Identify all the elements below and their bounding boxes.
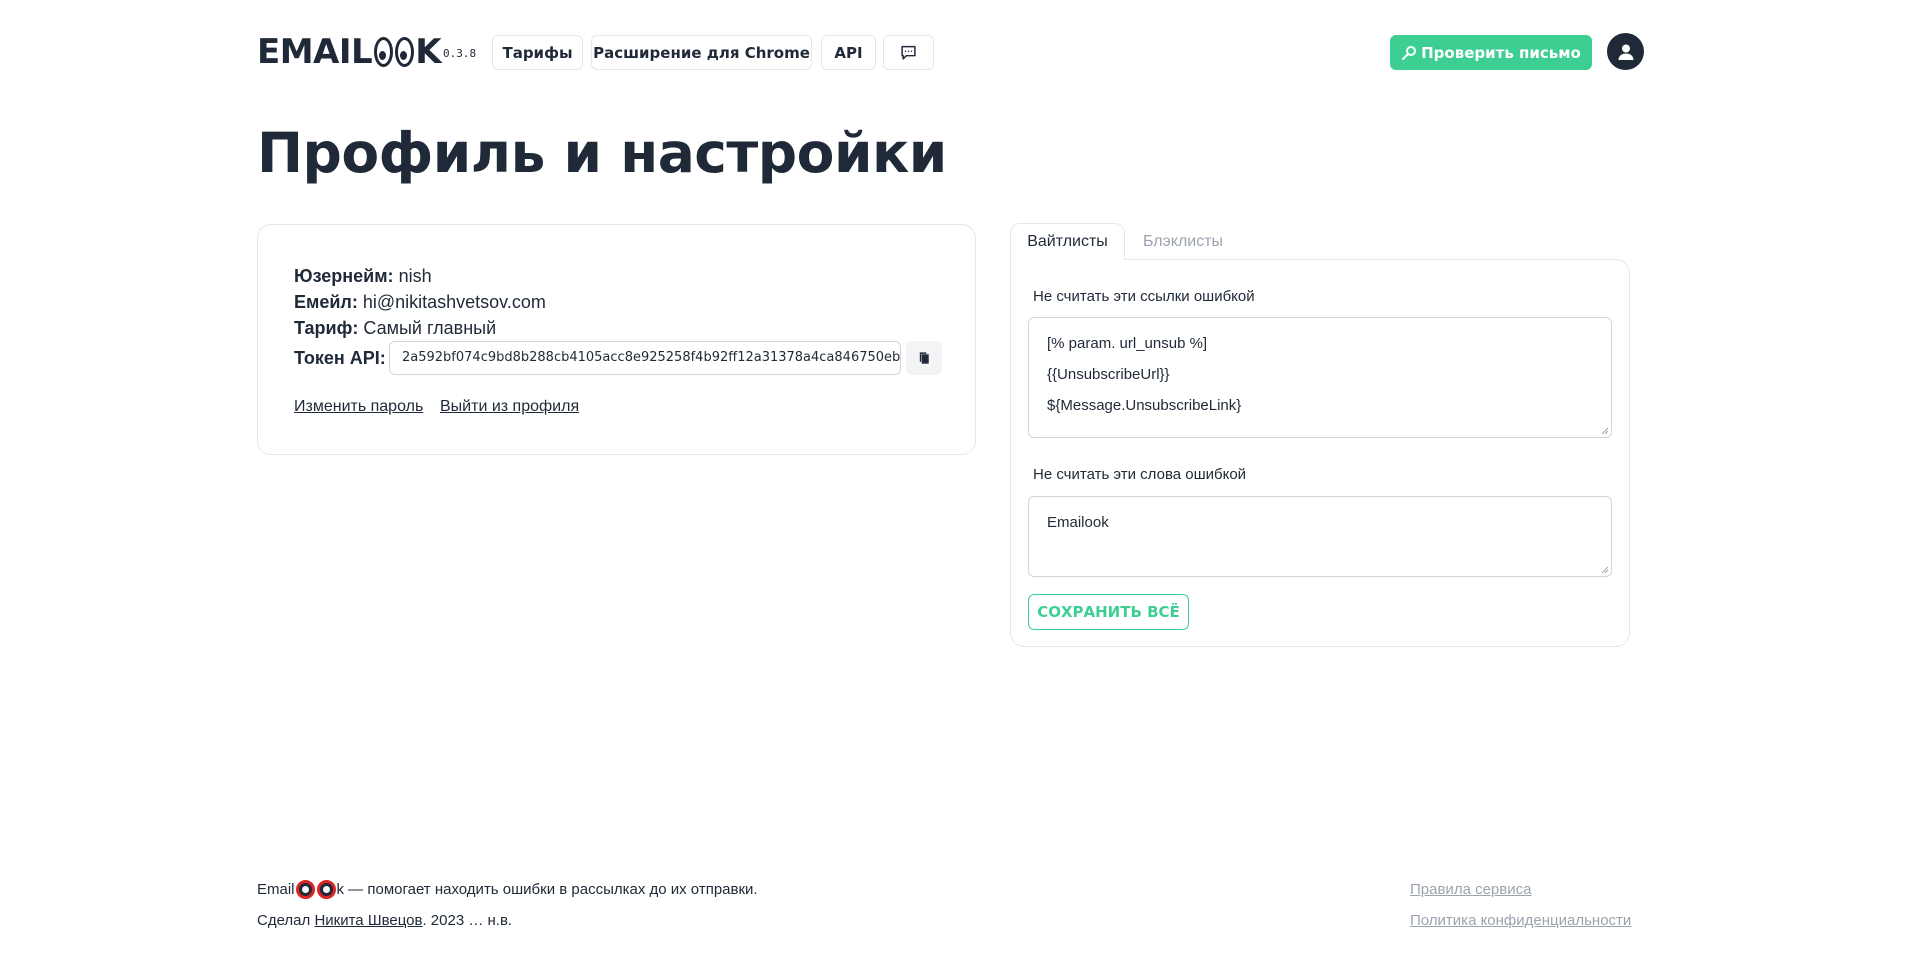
footer-tagline: Email k — помогает находить ошибки в рас…: [257, 874, 758, 905]
email-label: Емейл:: [294, 292, 358, 312]
footer-eye-icon: [295, 880, 315, 899]
footer-made-by: Сделал: [257, 911, 315, 929]
user-avatar[interactable]: [1607, 33, 1644, 70]
username-value: nish: [398, 266, 432, 286]
username-row: Юзернейм: nish: [294, 265, 432, 287]
user-avatar-icon: [1618, 44, 1633, 60]
username-label: Юзернейм:: [294, 266, 394, 286]
nav-tariffs-button[interactable]: Тарифы: [492, 35, 583, 70]
footer-credits: Сделал Никита Швецов . 2023 … н.в.: [257, 905, 758, 936]
logo[interactable]: EMAIL K: [257, 32, 442, 72]
logout-link[interactable]: Выйти из профиля: [440, 397, 579, 417]
footer-years: . 2023 … н.в.: [422, 911, 513, 929]
author-link[interactable]: Никита Швецов: [314, 911, 422, 931]
email-value: hi@nikitashvetsov.com: [362, 292, 546, 312]
resize-handle-icon[interactable]: [1601, 427, 1609, 435]
profile-card: Юзернейм: nish Емейл: hi@nikitashvetsov.…: [257, 224, 976, 455]
logo-eyes-icon: [374, 37, 415, 67]
logo-eye-left: [374, 37, 394, 67]
tab-blacklists[interactable]: Блэклисты: [1128, 223, 1238, 260]
plan-value: Самый главный: [363, 318, 497, 338]
links-line: [% param. url_unsub %]: [1047, 335, 1208, 352]
save-all-button[interactable]: СОХРАНИТЬ ВСЁ: [1028, 594, 1189, 630]
links-whitelist-textarea[interactable]: [% param. url_unsub %] {{UnsubscribeUrl}…: [1028, 317, 1612, 438]
version-label: 0.3.8: [443, 47, 477, 60]
footer-right: Правила сервиса Политика конфиденциально…: [1410, 874, 1631, 936]
footer-left: Email k — помогает находить ошибки в рас…: [257, 874, 758, 936]
whitelist-panel: Не считать эти ссылки ошибкой [% param. …: [1010, 259, 1630, 647]
token-row: Токен API:: [294, 347, 386, 369]
words-whitelist-textarea[interactable]: Emailook: [1028, 496, 1612, 577]
plan-row: Тариф: Самый главный: [294, 317, 496, 339]
logo-text-k: K: [415, 32, 442, 72]
privacy-link[interactable]: Политика конфиденциальности: [1410, 905, 1631, 936]
check-email-label: Проверить письмо: [1421, 43, 1581, 62]
chat-button[interactable]: [883, 35, 934, 70]
chat-icon: [901, 45, 916, 60]
change-password-link[interactable]: Изменить пароль: [294, 397, 423, 417]
tab-whitelists[interactable]: Вайтлисты: [1010, 223, 1125, 260]
copy-icon: [919, 351, 929, 364]
footer-brand-prefix: Email: [257, 880, 295, 898]
plan-label: Тариф:: [294, 318, 359, 338]
email-row: Емейл: hi@nikitashvetsov.com: [294, 291, 546, 313]
top-header: EMAIL K 0.3.8 Тарифы Расширение для Chro…: [257, 33, 1644, 71]
terms-link[interactable]: Правила сервиса: [1410, 874, 1631, 905]
links-line: ${Message.UnsubscribeLink}: [1047, 397, 1242, 414]
api-token-field[interactable]: 2a592bf074c9bd8b288cb4105acc8e925258f4b9…: [389, 341, 901, 375]
links-whitelist-label: Не считать эти ссылки ошибкой: [1033, 288, 1255, 305]
words-whitelist-label: Не считать эти слова ошибкой: [1033, 466, 1247, 483]
logo-text-email: EMAIL: [257, 32, 373, 72]
check-email-button[interactable]: Проверить письмо: [1390, 35, 1592, 70]
token-label: Токен API:: [294, 348, 386, 368]
words-line: Emailook: [1047, 514, 1109, 531]
logo-eye-right: [395, 37, 415, 67]
magnifier-icon: [1402, 45, 1417, 60]
nav-chrome-extension-button[interactable]: Расширение для Chrome: [591, 35, 812, 70]
nav-api-button[interactable]: API: [821, 35, 876, 70]
footer-brand-suffix: k — помогает находить ошибки в рассылках…: [336, 880, 758, 898]
copy-token-button[interactable]: [906, 341, 942, 375]
links-line: {{UnsubscribeUrl}}: [1047, 366, 1170, 383]
footer-eye-icon: [316, 880, 336, 899]
page-title: Профиль и настройки: [257, 121, 947, 185]
resize-handle-icon[interactable]: [1601, 566, 1609, 574]
